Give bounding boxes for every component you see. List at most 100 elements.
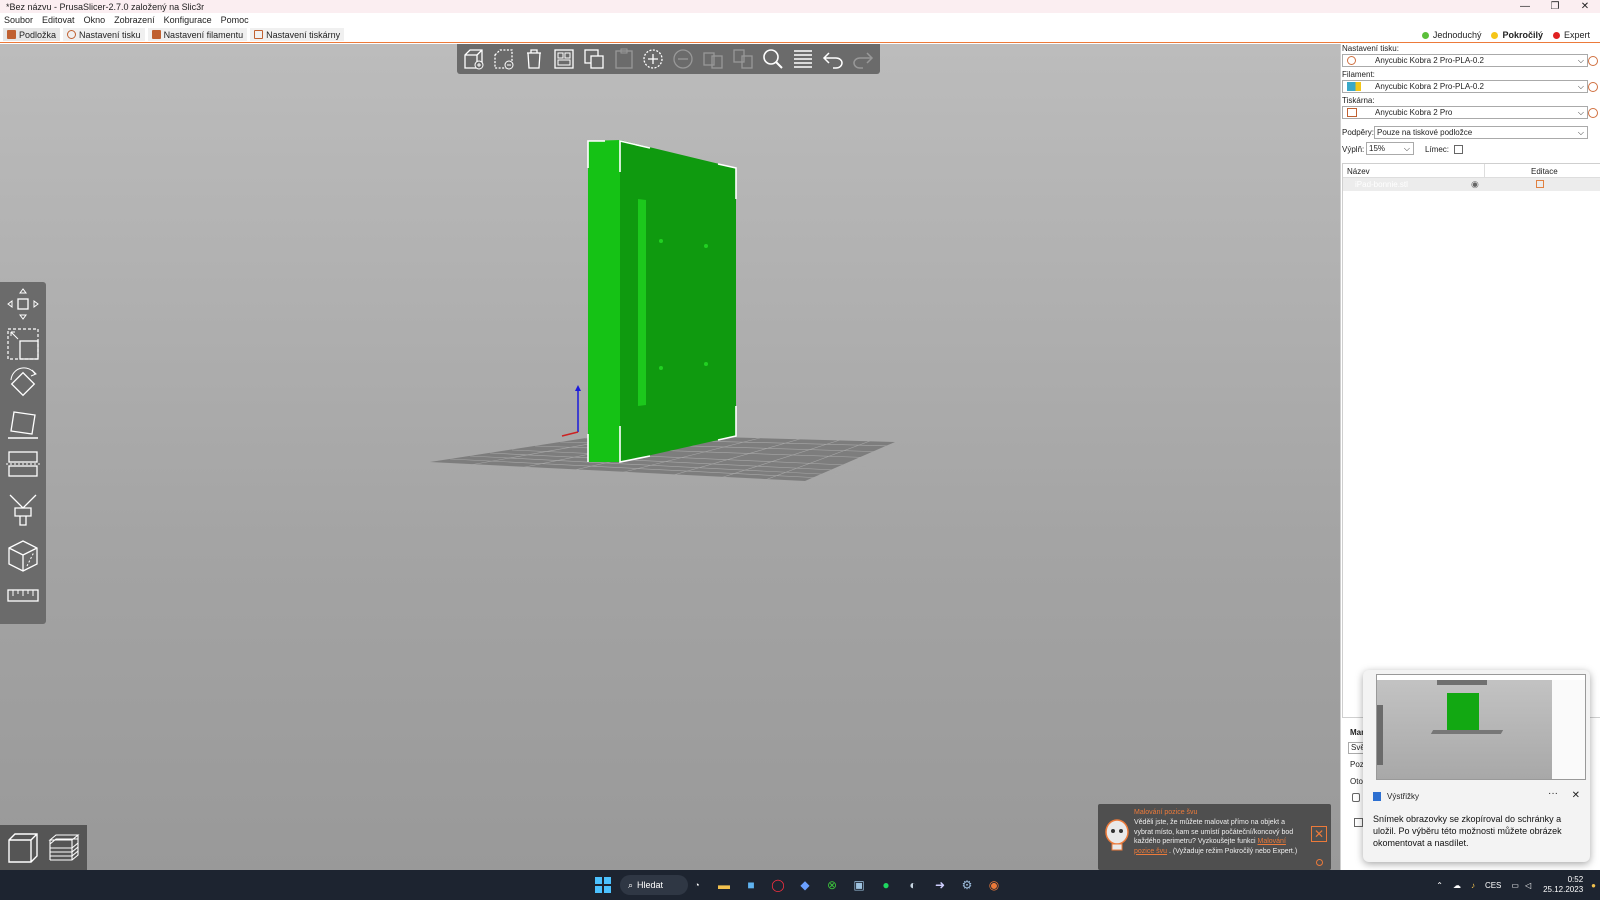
app-icon[interactable]: ➜ xyxy=(931,876,949,894)
print-settings-label: Nastavení tisku: xyxy=(1342,44,1399,53)
opera-icon[interactable]: ◯ xyxy=(769,876,787,894)
model-face xyxy=(620,140,736,462)
maximize-button[interactable]: ❐ xyxy=(1540,0,1570,13)
redo-icon xyxy=(853,52,873,69)
mode-label: Expert xyxy=(1563,30,1590,40)
checkbox[interactable] xyxy=(1354,818,1363,827)
add-object-button[interactable] xyxy=(461,46,487,72)
screenshot-thumbnail[interactable] xyxy=(1376,674,1586,780)
cube-view-icon xyxy=(8,832,38,863)
file-explorer-icon[interactable]: ▬ xyxy=(715,876,733,894)
close-button[interactable]: ✕ xyxy=(1570,0,1600,13)
clock[interactable]: 0:52 25.12.2023 xyxy=(1543,875,1583,895)
photos-icon[interactable]: ▣ xyxy=(850,876,868,894)
settings-icon[interactable]: ⚙ xyxy=(958,876,976,894)
add-instance-button[interactable] xyxy=(641,46,667,72)
store-icon[interactable]: ■ xyxy=(742,876,760,894)
cut-tool[interactable] xyxy=(4,446,42,482)
split-parts-button[interactable] xyxy=(730,46,756,72)
preview-button[interactable] xyxy=(46,829,84,867)
windows-icon xyxy=(595,877,611,893)
table-row[interactable]: iPad-bonnie.stl ◉ xyxy=(1343,178,1600,191)
split-objects-button[interactable] xyxy=(700,46,726,72)
close-notification-button[interactable]: ✕ xyxy=(1572,790,1580,801)
messenger-icon[interactable]: ◆ xyxy=(796,876,814,894)
model-side xyxy=(588,140,620,462)
tab-filament-settings[interactable]: Nastavení filamentu xyxy=(147,28,248,41)
widgets-icon[interactable]: ◔ xyxy=(688,876,706,894)
paste-button[interactable] xyxy=(611,46,637,72)
clock-time: 0:52 xyxy=(1567,875,1584,884)
mode-advanced[interactable]: Pokročilý xyxy=(1491,30,1543,40)
column-name[interactable]: Název xyxy=(1347,167,1370,176)
taskbar-search[interactable]: ⌕ Hledat xyxy=(620,875,688,895)
infill-select[interactable]: 15% ⌵ xyxy=(1366,142,1414,155)
xbox-icon[interactable]: ⊗ xyxy=(823,876,841,894)
measure-tool[interactable] xyxy=(4,578,42,614)
prusaslicer-icon[interactable]: ◉ xyxy=(985,876,1003,894)
notifications-icon[interactable]: ● xyxy=(1591,881,1596,890)
rotate-tool[interactable] xyxy=(4,366,42,402)
chevron-down-icon: ⌵ xyxy=(1577,128,1584,137)
cloud-icon[interactable]: ☁ xyxy=(1453,881,1461,890)
3d-viewport[interactable] xyxy=(0,44,1340,870)
tab-printer-settings[interactable]: Nastavení tiskárny xyxy=(250,28,345,41)
snip-header: Výstřižky xyxy=(1373,792,1419,801)
mode-expert[interactable]: Expert xyxy=(1552,30,1590,40)
print-settings-select[interactable]: Anycubic Kobra 2 Pro-PLA-0.2 ⌵ xyxy=(1342,54,1588,67)
menu-help[interactable]: Pomoc xyxy=(221,15,249,25)
menu-view[interactable]: Zobrazení xyxy=(114,15,155,25)
show-hidden-icon[interactable]: ⌃ xyxy=(1436,881,1443,890)
mode-simple[interactable]: Jednoduchý xyxy=(1421,30,1481,40)
printer-select[interactable]: Anycubic Kobra 2 Pro ⌵ xyxy=(1342,106,1588,119)
delete-all-button[interactable] xyxy=(521,46,547,72)
filament-select[interactable]: Anycubic Kobra 2 Pro-PLA-0.2 ⌵ xyxy=(1342,80,1588,93)
brim-checkbox[interactable] xyxy=(1454,145,1463,154)
search-button[interactable] xyxy=(760,46,786,72)
arrange-button[interactable] xyxy=(551,46,577,72)
more-options-button[interactable]: ··· xyxy=(1548,788,1558,799)
plater-icon xyxy=(7,30,16,39)
language-indicator[interactable]: CES xyxy=(1485,881,1501,890)
tab-plater[interactable]: Podložka xyxy=(3,28,61,41)
menu-configuration[interactable]: Konfigurace xyxy=(164,15,212,25)
snipping-tool-notification[interactable]: Výstřižky ··· ✕ Snímek obrazovky se zkop… xyxy=(1363,670,1590,862)
layers-editing-button[interactable] xyxy=(790,46,816,72)
filament-edit-icon[interactable] xyxy=(1588,82,1598,92)
menu-file[interactable]: Soubor xyxy=(4,15,33,25)
print-settings-edit-icon[interactable] xyxy=(1588,56,1598,66)
place-on-face-icon xyxy=(8,411,38,439)
seam-painting-tool[interactable] xyxy=(4,538,42,574)
spotify-icon[interactable]: ● xyxy=(877,876,895,894)
tab-print-settings[interactable]: Nastavení tisku xyxy=(63,28,145,41)
menu-window[interactable]: Okno xyxy=(84,15,106,25)
network-icon[interactable]: ▭ xyxy=(1511,881,1519,890)
microphone-icon[interactable]: ♪ xyxy=(1471,881,1475,890)
undo-button[interactable] xyxy=(820,46,846,72)
remove-instance-button[interactable] xyxy=(670,46,696,72)
delete-object-button[interactable] xyxy=(491,46,517,72)
start-button[interactable] xyxy=(594,876,612,894)
minimize-button[interactable]: — xyxy=(1510,0,1540,13)
layers-icon xyxy=(794,50,813,68)
redo-button[interactable] xyxy=(850,46,876,72)
supports-select[interactable]: Pouze na tiskové podložce ⌵ xyxy=(1374,126,1588,139)
eye-icon[interactable]: ◉ xyxy=(1471,179,1479,190)
steam-icon[interactable]: ◐ xyxy=(904,876,922,894)
place-on-face-tool[interactable] xyxy=(4,406,42,442)
paint-supports-tool[interactable] xyxy=(4,492,42,528)
3d-view-button[interactable] xyxy=(4,829,42,867)
tab-label: Nastavení filamentu xyxy=(163,29,244,40)
copy-button[interactable] xyxy=(581,46,607,72)
scale-tool[interactable] xyxy=(4,326,42,362)
edit-icon[interactable] xyxy=(1536,180,1544,188)
scene xyxy=(430,139,895,481)
column-edit[interactable]: Editace xyxy=(1531,167,1558,176)
volume-icon[interactable]: ◁ xyxy=(1525,881,1531,890)
hint-settings-icon[interactable] xyxy=(1316,859,1323,866)
move-tool[interactable] xyxy=(4,286,42,322)
hint-close-button[interactable]: ✕ xyxy=(1311,826,1327,842)
lock-icon[interactable] xyxy=(1352,793,1360,802)
printer-edit-icon[interactable] xyxy=(1588,108,1598,118)
menu-edit[interactable]: Editovat xyxy=(42,15,75,25)
